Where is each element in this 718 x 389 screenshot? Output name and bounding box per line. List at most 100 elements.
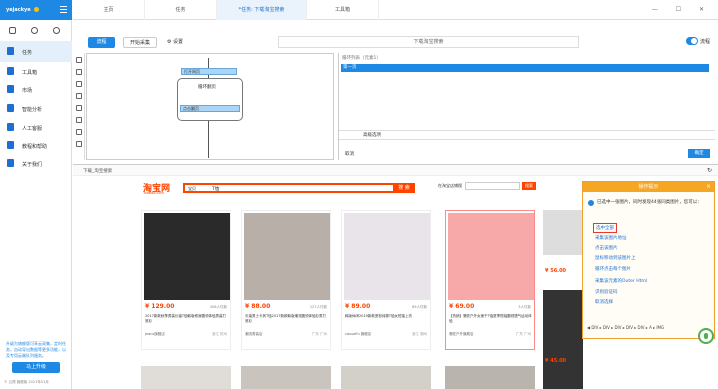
product-title[interactable]: 长袖男士卡其T恤2017新款韩版潮流圆领体恤衫男打底衫 <box>245 314 329 324</box>
gear-icon[interactable] <box>31 27 38 34</box>
product-shop[interactable]: casualfu 旗舰店 <box>345 332 371 337</box>
action-select-all[interactable]: 选中全部 <box>593 223 617 233</box>
product-price: ¥ 45.00 <box>545 358 567 364</box>
tab-tasks[interactable]: 任务 <box>145 0 217 20</box>
sidebar-toolbar <box>0 20 72 42</box>
sidebar-item-about[interactable]: 关于我们 <box>0 154 72 174</box>
action-click-image[interactable]: 点击该图片 <box>595 245 618 251</box>
headset-icon <box>7 123 14 131</box>
panel-title: 循环列表（元素1） <box>342 56 381 61</box>
action-collect-image-url[interactable]: 采集该图片地址 <box>595 235 627 241</box>
reload-icon[interactable]: ↻ <box>707 167 712 174</box>
sidebar-item-support[interactable]: 人工客服 <box>0 118 72 138</box>
close-icon[interactable]: × <box>706 183 711 190</box>
window-controls[interactable]: — ☐ ✕ <box>652 6 712 13</box>
browser-url: 下载_淘宝搜索 <box>83 169 113 174</box>
settings-button[interactable]: ⚙ 设置 <box>162 37 188 48</box>
product-location: 浙江 杭州 <box>211 332 227 336</box>
product-image[interactable] <box>344 213 430 300</box>
product-image[interactable] <box>448 213 534 300</box>
product-image[interactable] <box>144 213 230 300</box>
product-card[interactable]: ¥ 88.00 227人付款 长袖男士卡其T恤2017新款韩版潮流圆领体恤衫男打… <box>241 210 331 350</box>
product-shop[interactable]: 潮流男装店 <box>245 332 263 337</box>
action-hover-image[interactable]: 鼠标移动到该图片上 <box>595 255 636 261</box>
product-image[interactable] <box>341 366 431 389</box>
action-collect-outer-html[interactable]: 采集该元素的Outer Html <box>595 278 647 284</box>
tab-current-task[interactable]: *任务: 下载淘宝搜索 <box>217 0 307 20</box>
upgrade-button[interactable]: 马上升级 <box>12 362 60 373</box>
search-input[interactable]: T恤 <box>212 186 219 192</box>
product-card-selected[interactable]: ¥ 69.00 3人付款 【热销】骆驼户外女速干T恤夏季短袖圆领透气运动体恤 骆… <box>445 210 535 350</box>
task-name-field[interactable]: 下载淘宝搜索 <box>278 36 579 48</box>
properties-panel: 循环列表（元素1） 第一页 高级选项 取消 确定 <box>338 53 718 160</box>
menu-icon[interactable] <box>60 6 67 13</box>
product-image[interactable] <box>244 213 330 300</box>
sidebar-item-analysis[interactable]: 智能分析 <box>0 99 72 119</box>
product-card[interactable]: ¥ 129.00 406人付款 2017新款秋季男装长袖T恤韩版修身圆领体恤男装… <box>141 210 231 350</box>
condition-icon[interactable] <box>76 105 82 111</box>
node-click-next[interactable]: 点击翻页 <box>180 105 240 112</box>
open-page-icon[interactable] <box>76 57 82 63</box>
node-loop[interactable]: 循环翻页 点击翻页 <box>177 78 243 121</box>
flow-button[interactable]: 流程 <box>88 37 115 48</box>
start-collect-button[interactable]: 开始采集 <box>123 37 157 48</box>
element-breadcrumb[interactable]: ◀ DIV ▸ DIV ▸ DIV ▸ DIV ▸ DIV ▸ A ▸ IMG <box>587 325 664 330</box>
store-search-input[interactable] <box>465 182 520 190</box>
document-icon <box>7 47 14 55</box>
sidebar-item-label: 智能分析 <box>22 107 43 113</box>
search-box[interactable]: 宝贝 T恤 <box>183 183 398 193</box>
toolbox-icon <box>7 67 14 75</box>
cancel-button[interactable]: 取消 <box>345 151 354 157</box>
list-item-selected[interactable]: 第一页 <box>341 64 709 72</box>
sidebar-item-tasks[interactable]: 任务 <box>0 42 72 62</box>
action-cancel-selection[interactable]: 取消选择 <box>595 299 613 305</box>
gear-icon: ⚙ <box>166 39 172 45</box>
refresh-icon[interactable] <box>53 27 60 34</box>
workflow-canvas[interactable]: 打开网页 循环翻页 点击翻页 <box>86 53 334 160</box>
sidebar-item-market[interactable]: 市场 <box>0 80 72 100</box>
action-loop-click[interactable]: 循环点击每个图片 <box>595 266 631 272</box>
loop-label: 循环翻页 <box>198 85 216 90</box>
hover-icon[interactable] <box>76 129 82 135</box>
settings-label: 设置 <box>173 39 184 45</box>
click-icon[interactable] <box>76 69 82 75</box>
product-title[interactable]: 2017新款秋季男装长袖T恤韩版修身圆领体恤男装打底衫 <box>145 314 229 324</box>
product-title[interactable]: 【热销】骆驼户外女速干T恤夏季短袖圆领透气运动体恤 <box>449 314 533 324</box>
input-icon[interactable] <box>76 93 82 99</box>
sidebar-item-label: 关于我们 <box>22 162 43 168</box>
sidebar-item-toolbox[interactable]: 工具箱 <box>0 62 72 82</box>
search-button[interactable]: 搜 索 <box>393 183 415 193</box>
advanced-options-toggle[interactable]: 高级选项 <box>339 130 715 140</box>
search-category[interactable]: 宝贝 <box>188 186 196 192</box>
sidebar-header: yejackye <box>0 0 72 20</box>
product-image[interactable] <box>543 290 583 389</box>
product-image[interactable] <box>141 366 231 389</box>
product-card[interactable]: ¥ 89.00 89人付款 韩版休闲2019新款宽松纯棉T恤女短袖上衣 casu… <box>341 210 431 350</box>
loop-icon[interactable] <box>76 117 82 123</box>
product-image[interactable] <box>241 366 331 389</box>
sidebar-item-help[interactable]: 教程和帮助 <box>0 136 72 156</box>
node-palette <box>73 53 85 160</box>
product-title[interactable]: 韩版休闲2019新款宽松纯棉T恤女短袖上衣 <box>345 314 429 319</box>
tips-header[interactable]: 操作提示 <box>583 182 714 192</box>
username[interactable]: yejackye <box>6 7 31 13</box>
tab-home[interactable]: 主页 <box>73 0 145 20</box>
flowchart-toggle[interactable] <box>686 37 698 45</box>
product-location: 浙江 湖州 <box>411 332 427 336</box>
product-shop[interactable]: jeans旗舰店 <box>145 332 165 337</box>
sidebar-item-label: 人工客服 <box>22 126 43 132</box>
product-sold: 227人付款 <box>309 305 327 309</box>
node-open-page[interactable]: 打开网页 <box>181 68 237 75</box>
home-icon[interactable] <box>9 27 16 34</box>
action-captcha[interactable]: 识别验证码 <box>595 289 618 295</box>
ok-button[interactable]: 确定 <box>688 149 710 158</box>
end-icon[interactable] <box>76 141 82 147</box>
product-shop[interactable]: 骆驼户外旗舰店 <box>449 332 474 337</box>
store-search-button[interactable]: 搜索 <box>522 182 536 190</box>
extract-icon[interactable] <box>76 81 82 87</box>
product-image[interactable] <box>445 366 535 389</box>
product-image[interactable] <box>543 210 583 255</box>
tab-toolbox[interactable]: 工具箱 <box>307 0 379 20</box>
product-price: ¥ 89.00 <box>345 303 371 310</box>
assistant-fab-icon[interactable] <box>698 328 714 344</box>
